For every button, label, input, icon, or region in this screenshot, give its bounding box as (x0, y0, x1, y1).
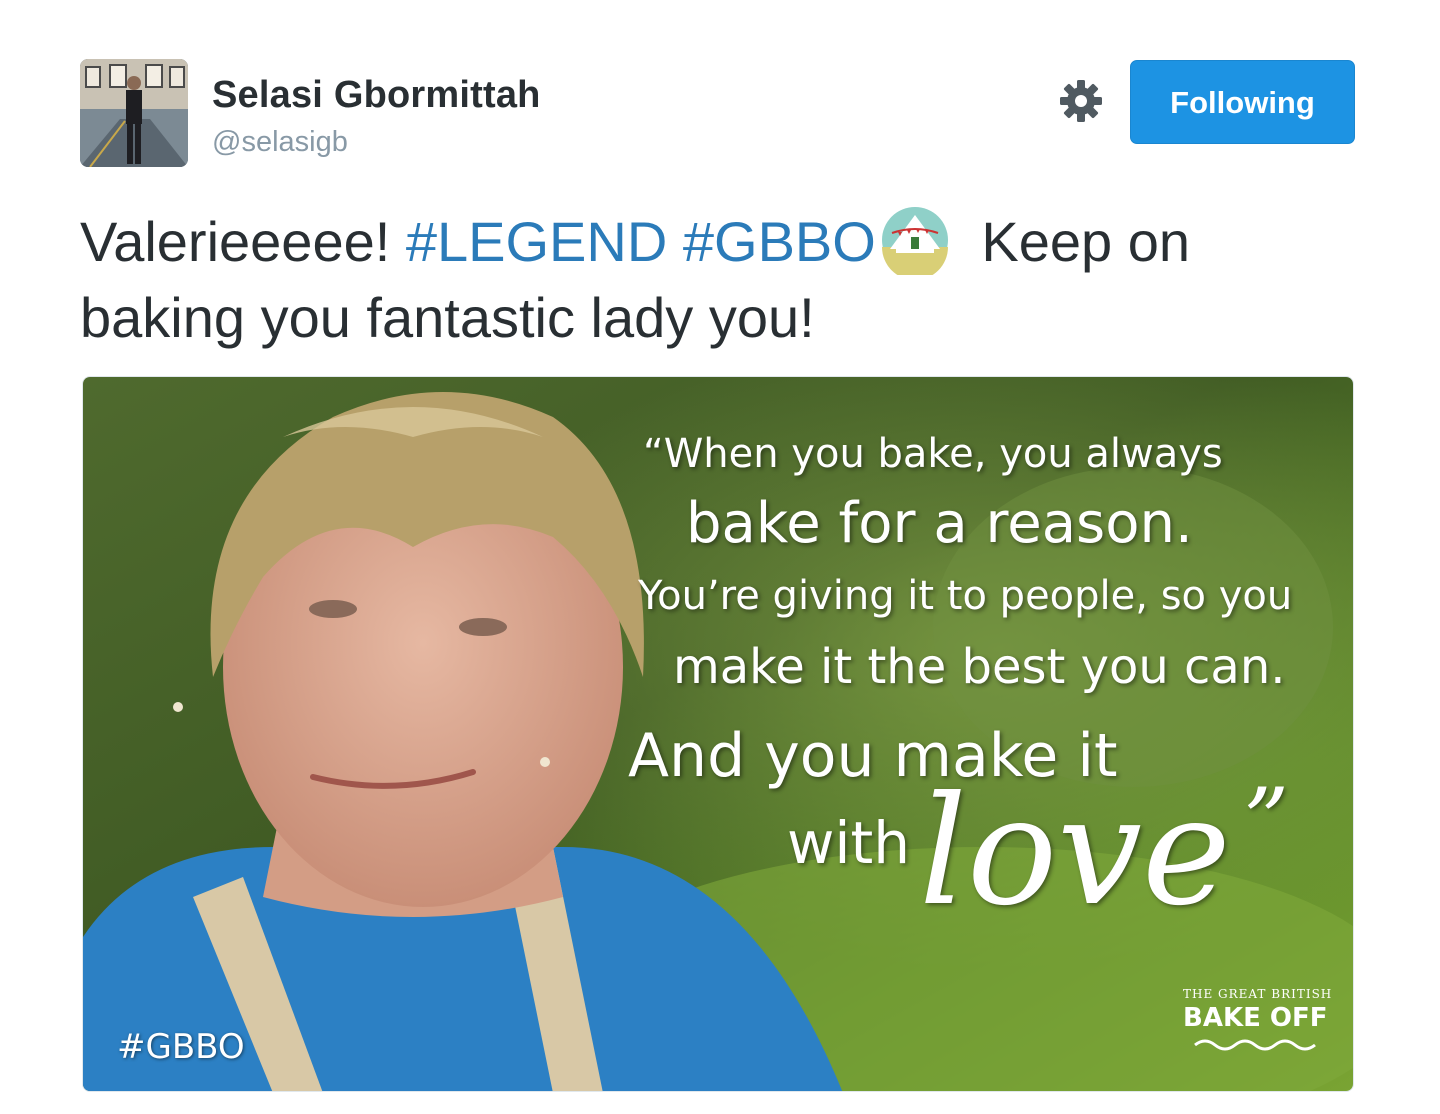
tweet-text: Valerieeeee! #LEGEND #GBBO Keep on bakin… (80, 204, 1370, 356)
quote-line-1: “When you bake, you always (643, 431, 1223, 477)
circus-tent-emoji-icon (880, 205, 950, 280)
tweet-media-image[interactable]: “When you bake, you always bake for a re… (82, 376, 1354, 1092)
logo-main-text: BAKE OFF (1183, 1003, 1328, 1033)
following-button[interactable]: Following (1130, 60, 1355, 144)
user-screen-name[interactable]: @selasigb (212, 126, 348, 159)
avatar-image (80, 59, 188, 167)
tweet-text-start: Valerieeeee! (80, 210, 406, 273)
quote-line-2: bake for a reason. (686, 491, 1193, 556)
avatar[interactable] (80, 59, 188, 167)
quote-line-4: make it the best you can. (673, 639, 1286, 695)
logo-small-text: THE GREAT BRITISH (1183, 987, 1333, 1001)
media-hashtag: #GBBO (117, 1027, 245, 1067)
user-full-name[interactable]: Selasi Gbormittah (212, 74, 541, 117)
hashtag-gbbo-link[interactable]: #GBBO (683, 210, 876, 273)
tweet-card: Selasi Gbormittah @selasigb Following Va… (0, 0, 1440, 1114)
quote-close-mark: ” (1243, 769, 1290, 874)
hashtag-legend-link[interactable]: #LEGEND (406, 210, 667, 273)
gear-icon[interactable] (1058, 78, 1104, 124)
quote-love-word: love (919, 765, 1231, 939)
quote-line-6: with (787, 809, 911, 877)
quote-line-3: You’re giving it to people, so you (638, 573, 1293, 619)
